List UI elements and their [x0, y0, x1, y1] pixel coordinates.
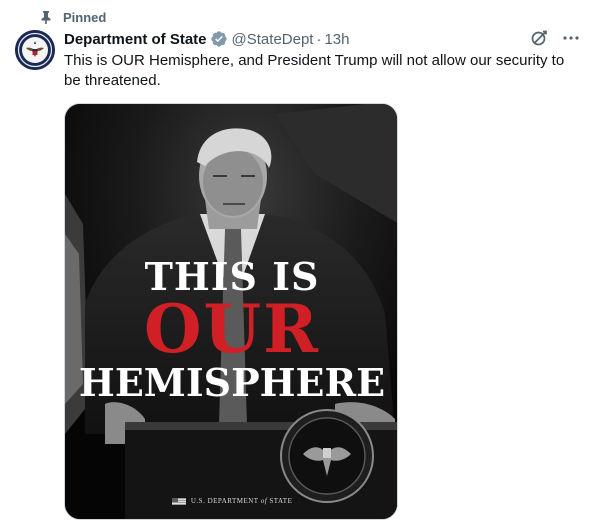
credit-prefix: U.S. DEPARTMENT [190, 497, 259, 505]
header-actions [530, 29, 580, 47]
pinned-label: Pinned [63, 9, 107, 25]
poster-line-our: OUR [144, 290, 320, 368]
poster-line-hemisphere: HEMISPHERE [78, 360, 386, 405]
tweet-image[interactable]: THIS IS OUR HEMISPHERE U.S. DEPARTMENT o… [64, 103, 398, 520]
verified-badge-icon[interactable] [210, 30, 228, 48]
flag-icon [171, 497, 186, 505]
poster-credit: U.S. DEPARTMENT of STATE [65, 497, 397, 505]
avatar[interactable] [15, 30, 55, 70]
tweet-header: Department of State @StateDept · 13h [64, 29, 580, 49]
pin-icon [40, 10, 52, 24]
credit-of: of [260, 497, 268, 505]
grok-icon[interactable] [530, 29, 548, 47]
more-icon[interactable] [562, 29, 580, 47]
credit-suffix: STATE [269, 497, 293, 505]
tweet-text: This is OUR Hemisphere, and President Tr… [64, 52, 565, 89]
author-handle[interactable]: @StateDept [232, 31, 314, 48]
pinned-indicator: Pinned [40, 8, 106, 26]
separator-dot: · [316, 30, 322, 48]
post-time[interactable]: 13h [324, 31, 349, 48]
author-display-name[interactable]: Department of State [64, 31, 207, 48]
